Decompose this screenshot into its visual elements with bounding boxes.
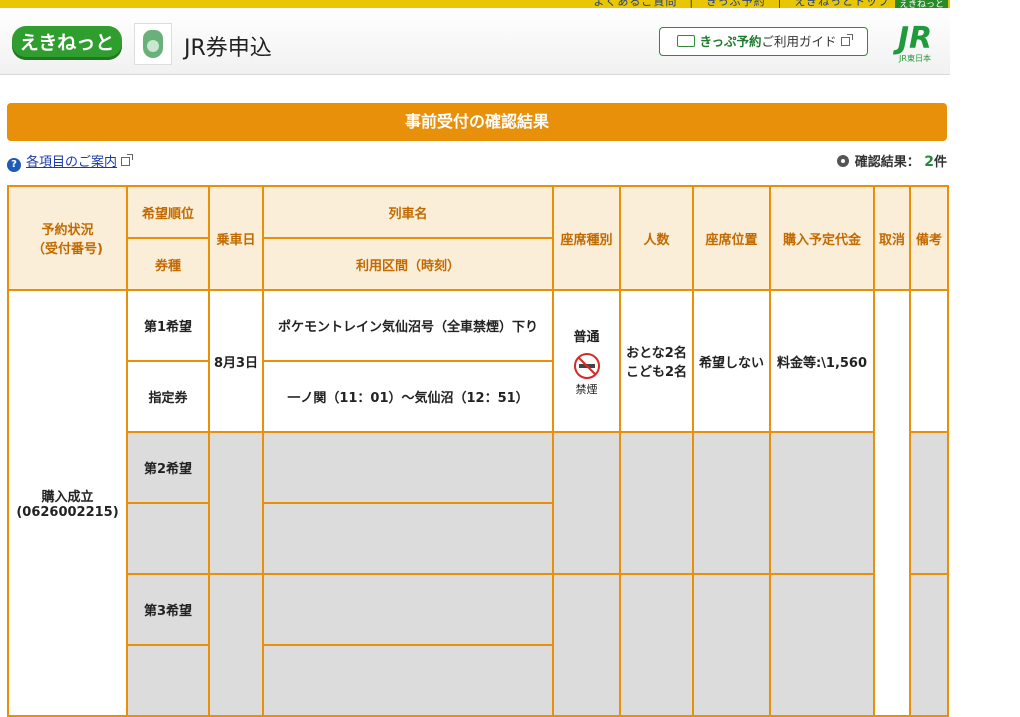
header-date: 乗車日 — [208, 185, 264, 291]
ekinet-logo[interactable]: えきねっと — [12, 26, 122, 60]
bullet-icon — [836, 155, 849, 167]
empty-seat-position-2 — [692, 431, 771, 575]
seat-position: 希望しない — [692, 289, 771, 433]
result-label: 確認結果： — [854, 155, 920, 170]
header-people: 人数 — [619, 185, 694, 291]
header-route: 利用区間（時刻） — [262, 237, 554, 291]
people-child: こども2名 — [625, 365, 688, 380]
priority-2: 第2希望 — [126, 431, 210, 504]
empty-remarks-2 — [909, 431, 949, 575]
empty-price-3 — [769, 573, 875, 717]
empty-people-3 — [619, 573, 694, 717]
seat-class-cell: 普通 禁煙 — [552, 289, 621, 433]
status-label: 購入成立 — [41, 490, 94, 505]
result-count-number: 2 — [924, 154, 934, 170]
empty-route-2 — [262, 502, 554, 575]
empty-seat-position-3 — [692, 573, 771, 717]
status-cell: 購入成立 (0626002215) — [7, 289, 128, 717]
help-icon[interactable]: ? — [7, 158, 21, 172]
result-unit: 件 — [933, 155, 947, 170]
receipt-number: (0626002215) — [16, 505, 119, 520]
ride-date: 8月3日 — [208, 289, 264, 433]
empty-train-3 — [262, 573, 554, 646]
smoking-label: 禁煙 — [575, 382, 598, 396]
book-icon — [677, 35, 696, 47]
top-strip: よくあるご質問 | きっぷ予約 | えきねっとトップ えきねっと — [0, 0, 950, 10]
header-seat-class: 座席種別 — [552, 185, 621, 291]
external-link-icon — [840, 34, 853, 46]
people-adult: おとな2名 — [626, 346, 687, 361]
help-link[interactable]: 各項目のご案内 — [26, 155, 117, 170]
header-remarks: 備考 — [909, 185, 949, 291]
page-title: JR券申込 — [184, 36, 272, 61]
guide-button-label: ご利用ガイド — [761, 34, 837, 49]
jr-east-logo: JR JR東日本 — [890, 24, 940, 74]
price: 料金等:\1,560 — [769, 289, 875, 433]
priority-3: 第3希望 — [126, 573, 210, 646]
empty-price-2 — [769, 431, 875, 575]
train-name: ポケモントレイン気仙沼号（全車禁煙）下り — [262, 289, 554, 362]
header-status: 予約状況 （受付番号) — [7, 185, 128, 291]
header-cancel: 取消 — [873, 185, 911, 291]
no-smoking-icon — [573, 352, 600, 379]
result-count: 確認結果： 2件 — [836, 151, 947, 170]
header-seat-position: 座席位置 — [692, 185, 771, 291]
empty-ticket-type-2 — [126, 502, 210, 575]
header-ticket-type: 券種 — [126, 237, 210, 291]
site-header: えきねっと JR券申込 きっぷ予約ご利用ガイド JR JR東日本 — [0, 8, 950, 75]
header-train-name: 列車名 — [262, 185, 554, 239]
empty-train-2 — [262, 431, 554, 504]
cancel-cell — [873, 289, 911, 717]
results-table: 予約状況 （受付番号) 希望順位 乗車日 列車名 座席種別 人数 座席位置 購入… — [7, 185, 949, 717]
header-price: 購入予定代金 — [769, 185, 875, 291]
empty-people-2 — [619, 431, 694, 575]
people-cell: おとな2名 こども2名 — [619, 289, 694, 433]
empty-ticket-type-3 — [126, 644, 210, 717]
section-title: 事前受付の確認結果 — [7, 103, 947, 141]
route: 一ノ関（11：01）〜気仙沼（12：51） — [262, 360, 554, 433]
usage-guide-button[interactable]: きっぷ予約ご利用ガイド — [659, 27, 868, 56]
remarks-cell — [909, 289, 949, 433]
external-link-icon — [121, 154, 134, 166]
ticket-type: 指定券 — [126, 360, 210, 433]
seat-class: 普通 — [573, 329, 600, 345]
header-priority: 希望順位 — [126, 185, 210, 239]
guide-button-strong: きっぷ予約 — [699, 34, 762, 49]
mascot-icon — [134, 23, 172, 65]
empty-remarks-3 — [909, 573, 949, 717]
priority-1: 第1希望 — [126, 289, 210, 362]
empty-seat-class-2 — [552, 431, 621, 575]
empty-date-3 — [208, 573, 264, 717]
jr-logo-mark: JR — [897, 21, 933, 56]
empty-seat-class-3 — [552, 573, 621, 717]
info-row: ? 各項目のご案内 確認結果： 2件 — [7, 151, 947, 175]
empty-route-3 — [262, 644, 554, 717]
empty-date-2 — [208, 431, 264, 575]
